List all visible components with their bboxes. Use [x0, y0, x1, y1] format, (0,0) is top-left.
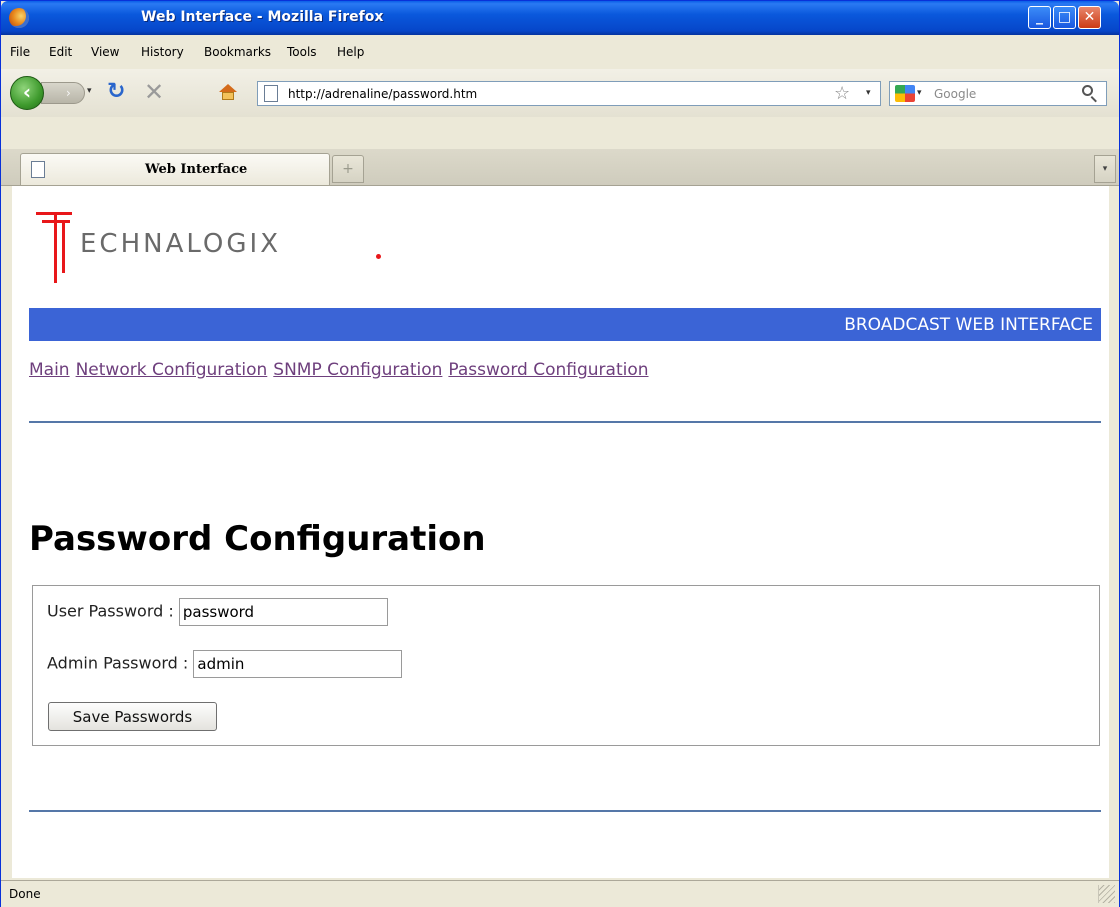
nav-links: Main Network Configuration SNMP Configurat… — [29, 360, 655, 380]
banner-text: BROADCAST WEB INTERFACE — [844, 315, 1093, 335]
navigation-toolbar: › ‹ ▾ ↻ ✕ http://adrenaline/password.htm… — [1, 69, 1119, 117]
google-icon[interactable] — [895, 85, 915, 102]
search-engine-dropdown-icon[interactable]: ▾ — [917, 88, 922, 98]
menu-view[interactable]: View — [91, 45, 119, 59]
maximize-button[interactable]: □ — [1053, 6, 1076, 29]
minimize-button[interactable]: _ — [1028, 6, 1051, 29]
admin-password-label: Admin Password : — [47, 653, 189, 673]
browser-window: Web Interface - Mozilla Firefox _ □ ✕ Fi… — [0, 0, 1120, 907]
password-form: User Password : Admin Password : Save Pa… — [32, 585, 1100, 746]
url-bar[interactable]: http://adrenaline/password.htm ☆ ▾ — [257, 81, 881, 106]
menu-tools[interactable]: Tools — [287, 45, 317, 59]
nav-link-network-configuration[interactable]: Network Configuration — [76, 360, 268, 380]
stop-icon[interactable]: ✕ — [144, 78, 164, 106]
menu-bookmarks[interactable]: Bookmarks — [204, 45, 271, 59]
reload-icon[interactable]: ↻ — [107, 79, 125, 104]
page-content: ECHNALOGIX BROADCAST WEB INTERFACE Main N… — [12, 186, 1109, 878]
page-icon — [264, 85, 278, 102]
menu-edit[interactable]: Edit — [49, 45, 72, 59]
menu-file[interactable]: File — [10, 45, 30, 59]
tab-web-interface[interactable]: Web Interface — [20, 153, 330, 185]
resize-grip-icon[interactable] — [1098, 885, 1115, 903]
tab-label: Web Interface — [145, 162, 248, 177]
header-banner: BROADCAST WEB INTERFACE — [29, 308, 1101, 341]
close-button[interactable]: ✕ — [1078, 6, 1101, 29]
url-dropdown-icon[interactable]: ▾ — [866, 88, 871, 98]
home-icon[interactable] — [219, 84, 237, 100]
logo-text: ECHNALOGIX — [80, 229, 282, 259]
save-passwords-button[interactable]: Save Passwords — [48, 702, 217, 731]
bookmark-star-icon[interactable]: ☆ — [834, 83, 850, 104]
technalogix-logo: ECHNALOGIX — [34, 212, 394, 284]
user-password-row: User Password : — [47, 598, 388, 626]
bookmarks-toolbar — [1, 117, 1119, 150]
user-password-label: User Password : — [47, 601, 174, 621]
logo-dot — [376, 254, 381, 259]
tab-page-icon — [31, 161, 45, 178]
admin-password-row: Admin Password : — [47, 650, 403, 678]
search-icon[interactable] — [1082, 85, 1093, 96]
menu-bar: File Edit View History Bookmarks Tools H… — [1, 35, 1119, 69]
logo-t-stem — [62, 223, 65, 273]
title-bar[interactable]: Web Interface - Mozilla Firefox _ □ ✕ — [1, 1, 1119, 35]
new-tab-button[interactable]: + — [332, 155, 364, 183]
divider — [29, 810, 1101, 812]
status-bar: Done — [1, 880, 1119, 907]
logo-t-stem — [54, 215, 57, 283]
status-text: Done — [9, 887, 41, 901]
nav-link-main[interactable]: Main — [29, 360, 70, 380]
menu-help[interactable]: Help — [337, 45, 364, 59]
window-title: Web Interface - Mozilla Firefox — [141, 9, 384, 25]
admin-password-input[interactable] — [193, 650, 403, 678]
firefox-logo-icon[interactable] — [9, 8, 29, 28]
user-password-input[interactable] — [178, 598, 388, 626]
nav-link-snmp-configuration[interactable]: SNMP Configuration — [273, 360, 442, 380]
tab-strip: Web Interface + ▾ — [1, 149, 1119, 186]
search-input[interactable]: Google — [934, 87, 976, 101]
page-title: Password Configuration — [29, 519, 486, 559]
nav-link-password-configuration[interactable]: Password Configuration — [448, 360, 648, 380]
search-bar[interactable]: ▾ Google — [889, 81, 1107, 106]
divider — [29, 421, 1101, 423]
list-all-tabs-button[interactable]: ▾ — [1094, 155, 1116, 183]
back-button[interactable]: ‹ — [10, 76, 44, 110]
menu-history[interactable]: History — [141, 45, 184, 59]
history-dropdown-icon[interactable]: ▾ — [87, 86, 92, 96]
forward-button[interactable]: › — [41, 82, 85, 104]
url-text[interactable]: http://adrenaline/password.htm — [288, 87, 477, 101]
